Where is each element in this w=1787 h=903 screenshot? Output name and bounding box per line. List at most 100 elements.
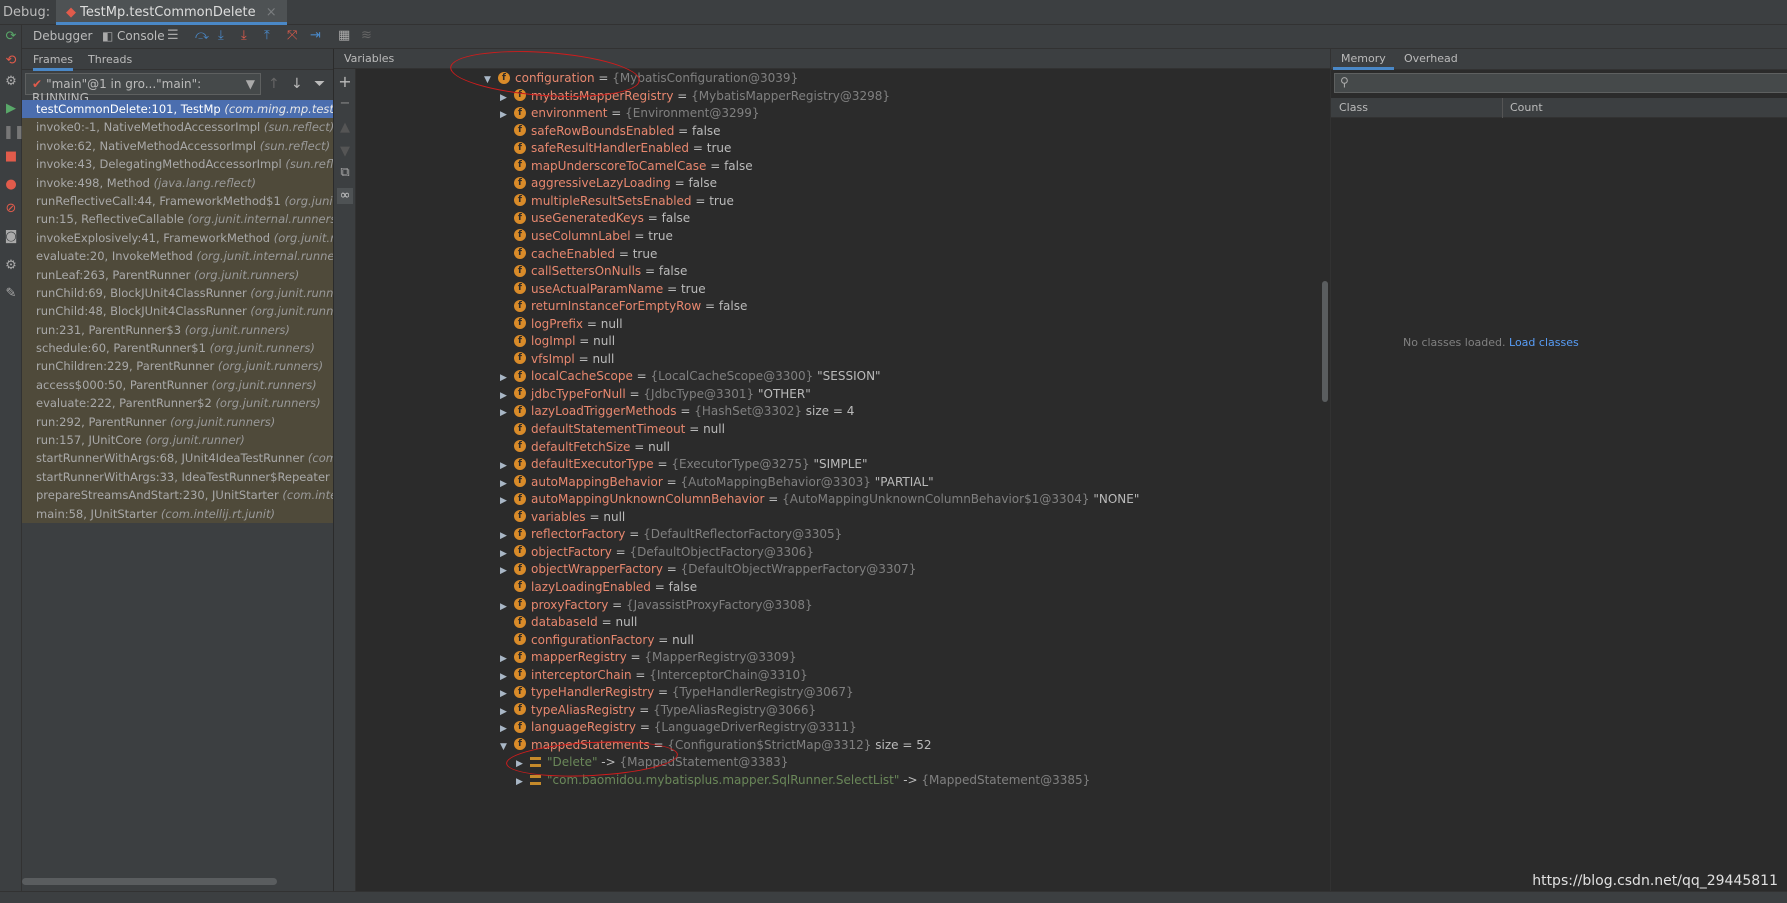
variable-row[interactable]: f defaultStatementTimeout = null [500,421,725,438]
frame-row[interactable]: run:157, JUnitCore (org.junit.runner) [22,431,333,450]
variable-row[interactable]: ▶ f objectWrapperFactory = {DefaultObjectW… [500,561,916,578]
collapsed-arrow-icon[interactable]: ▶ [500,669,514,686]
menu-icon[interactable]: ☰ [167,28,179,43]
frame-row[interactable]: invoke:62, NativeMethodAccessorImpl (sun… [22,136,333,156]
tab-debugger[interactable]: Debugger [33,29,92,43]
variable-row[interactable]: ▶ f localCacheScope = {LocalCacheScope@330… [500,368,881,385]
variable-row[interactable]: f safeResultHandlerEnabled = true [500,140,731,157]
step-out-icon[interactable]: ⤒ [264,28,270,43]
col-class[interactable]: Class [1339,101,1368,114]
rerun-icon[interactable]: ⟳ [3,29,19,45]
tab-frames[interactable]: Frames [33,53,74,71]
variable-row[interactable]: ▶ f proxyFactory = {JavassistProxyFactory@… [500,597,813,614]
variable-row[interactable]: ▶ f typeHandlerRegistry = {TypeHandlerRegi… [500,684,854,701]
collapsed-arrow-icon[interactable]: ▶ [500,458,514,475]
frame-row[interactable]: testCommonDelete:101, TestMp (com.ming.m… [22,100,333,119]
collapsed-arrow-icon[interactable]: ▶ [500,599,514,616]
variable-row[interactable]: ▶ f mapperRegistry = {MapperRegistry@3309} [500,649,797,666]
frame-row[interactable]: schedule:60, ParentRunner$1 (org.junit.r… [22,339,333,358]
variable-row[interactable]: f logPrefix = null [500,316,623,333]
column-divider[interactable] [1502,98,1503,118]
collapsed-arrow-icon[interactable]: ▶ [500,476,514,493]
variable-row[interactable]: ▶ f jdbcTypeForNull = {JdbcType@3301} "OTH… [500,386,811,403]
frame-row[interactable]: invoke:498, Method (java.lang.reflect) [22,173,333,192]
pause-icon[interactable]: ❚❚ [3,125,25,141]
frame-row[interactable]: startRunnerWithArgs:68, JUnit4IdeaTestRu… [22,449,333,468]
variable-row[interactable]: f aggressiveLazyLoading = false [500,175,717,192]
variable-row[interactable]: ▶ f autoMappingBehavior = {AutoMappingBeha… [500,474,934,491]
add-watch-icon[interactable]: + [337,72,353,91]
trace-icon[interactable]: ≋ [361,28,372,43]
drop-frame-icon[interactable]: ⤧ [287,28,297,43]
variable-row[interactable]: f databaseId = null [500,614,637,631]
expanded-arrow-icon[interactable]: ▼ [500,739,514,756]
collapsed-arrow-icon[interactable]: ▶ [500,704,514,721]
frame-row[interactable]: startRunnerWithArgs:33, IdeaTestRunner$R… [22,467,333,487]
frame-row[interactable]: runChildren:229, ParentRunner (org.junit… [22,357,333,376]
collapsed-arrow-icon[interactable]: ▶ [516,774,530,791]
variable-row[interactable]: f variables = null [500,509,625,526]
frame-row[interactable]: run:231, ParentRunner$3 (org.junit.runne… [22,320,333,340]
remove-watch-icon[interactable]: − [337,96,353,112]
variable-row[interactable]: ▶ f languageRegistry = {LanguageDriverRegi… [500,719,857,736]
rerun-failed-icon[interactable]: ⟲ [3,53,19,69]
frame-row[interactable]: main:58, JUnitStarter (com.intellij.rt.j… [22,504,333,523]
variable-row[interactable]: f returnInstanceForEmptyRow = false [500,298,747,315]
frame-row[interactable]: runChild:69, BlockJUnit4ClassRunner (org… [22,283,333,303]
variable-row[interactable]: ▶ f defaultExecutorType = {ExecutorType@32… [500,456,868,473]
frame-row[interactable]: run:15, ReflectiveCallable (org.junit.in… [22,210,333,229]
gear-icon[interactable]: ⚙ [3,258,19,274]
col-count[interactable]: Count [1510,101,1543,114]
collapsed-arrow-icon[interactable]: ▶ [500,388,514,405]
collapsed-arrow-icon[interactable]: ▶ [500,405,514,422]
collapsed-arrow-icon[interactable]: ▶ [500,528,514,545]
frame-row[interactable]: evaluate:20, InvokeMethod (org.junit.int… [22,247,333,266]
collapsed-arrow-icon[interactable]: ▶ [500,686,514,703]
collapsed-arrow-icon[interactable]: ▶ [500,107,514,124]
copy-icon[interactable]: ⧉ [337,165,353,181]
variable-row[interactable]: ▶ f lazyLoadTriggerMethods = {HashSet@3302… [500,403,854,420]
variable-row[interactable]: f useGeneratedKeys = false [500,210,690,227]
pin-icon[interactable]: ✎ [3,286,19,302]
collapsed-arrow-icon[interactable]: ▶ [500,721,514,738]
mute-breakpoints-icon[interactable]: ⊘ [3,201,19,217]
variable-row[interactable]: f callSettersOnNulls = false [500,263,687,280]
variable-row[interactable]: f useActualParamName = true [500,281,706,298]
force-step-into-icon[interactable]: ⤓ [241,28,247,43]
frame-row[interactable]: prepareStreamsAndStart:230, JUnitStarter… [22,486,333,505]
collapsed-arrow-icon[interactable]: ▶ [500,563,514,580]
variable-row[interactable]: ▶ f reflectorFactory = {DefaultReflectorFa… [500,526,842,543]
run-to-cursor-icon[interactable]: ⇥ [310,28,321,43]
view-breakpoints-icon[interactable]: ● [3,177,19,193]
variable-row[interactable]: f lazyLoadingEnabled = false [500,579,697,596]
frame-row[interactable]: runLeaf:263, ParentRunner (org.junit.run… [22,265,333,284]
collapsed-arrow-icon[interactable]: ▶ [500,651,514,668]
step-over-icon[interactable]: ⤼ [195,28,209,43]
variable-row[interactable]: ▶ f objectFactory = {DefaultObjectFactory@… [500,544,814,561]
variable-row[interactable]: ▶ f typeAliasRegistry = {TypeAliasRegistry… [500,702,816,719]
tab-overhead[interactable]: Overhead [1404,52,1458,65]
load-classes-link[interactable]: Load classes [1509,336,1579,349]
collapsed-arrow-icon[interactable]: ▶ [500,370,514,387]
tab-test-config[interactable]: ◆ TestMp.testCommonDelete × [56,0,287,25]
frame-row[interactable]: run:292, ParentRunner (org.junit.runners… [22,412,333,432]
step-into-icon[interactable]: ⤓ [218,28,224,43]
variable-row[interactable]: ▶ f environment = {Environment@3299} [500,105,760,122]
variable-row[interactable]: f vfsImpl = null [500,351,614,368]
tab-console[interactable]: Console [117,29,165,43]
variable-row[interactable]: f cacheEnabled = true [500,246,657,263]
variable-row[interactable]: f logImpl = null [500,333,615,350]
vertical-scrollbar[interactable] [1322,281,1328,402]
move-down-icon[interactable]: ▼ [337,144,353,160]
variable-row[interactable]: f safeRowBoundsEnabled = false [500,123,721,140]
arrow-down-icon[interactable]: ↓ [291,76,303,92]
collapsed-arrow-icon[interactable]: ▶ [500,546,514,563]
frame-row[interactable]: invoke0:-1, NativeMethodAccessorImpl (su… [22,118,333,137]
class-search-input[interactable]: ⚲ [1334,73,1787,93]
variable-row[interactable]: ▶ f autoMappingUnknownColumnBehavior = {Au… [500,491,1139,508]
resume-icon[interactable]: ▶ [3,101,19,117]
camera-icon[interactable]: ◙ [3,229,19,245]
variable-row[interactable]: ▶ f interceptorChain = {InterceptorChain@3… [500,667,808,684]
settings-rerun-icon[interactable]: ⚙ [3,74,19,90]
frame-row[interactable]: access$000:50, ParentRunner (org.junit.r… [22,375,333,395]
